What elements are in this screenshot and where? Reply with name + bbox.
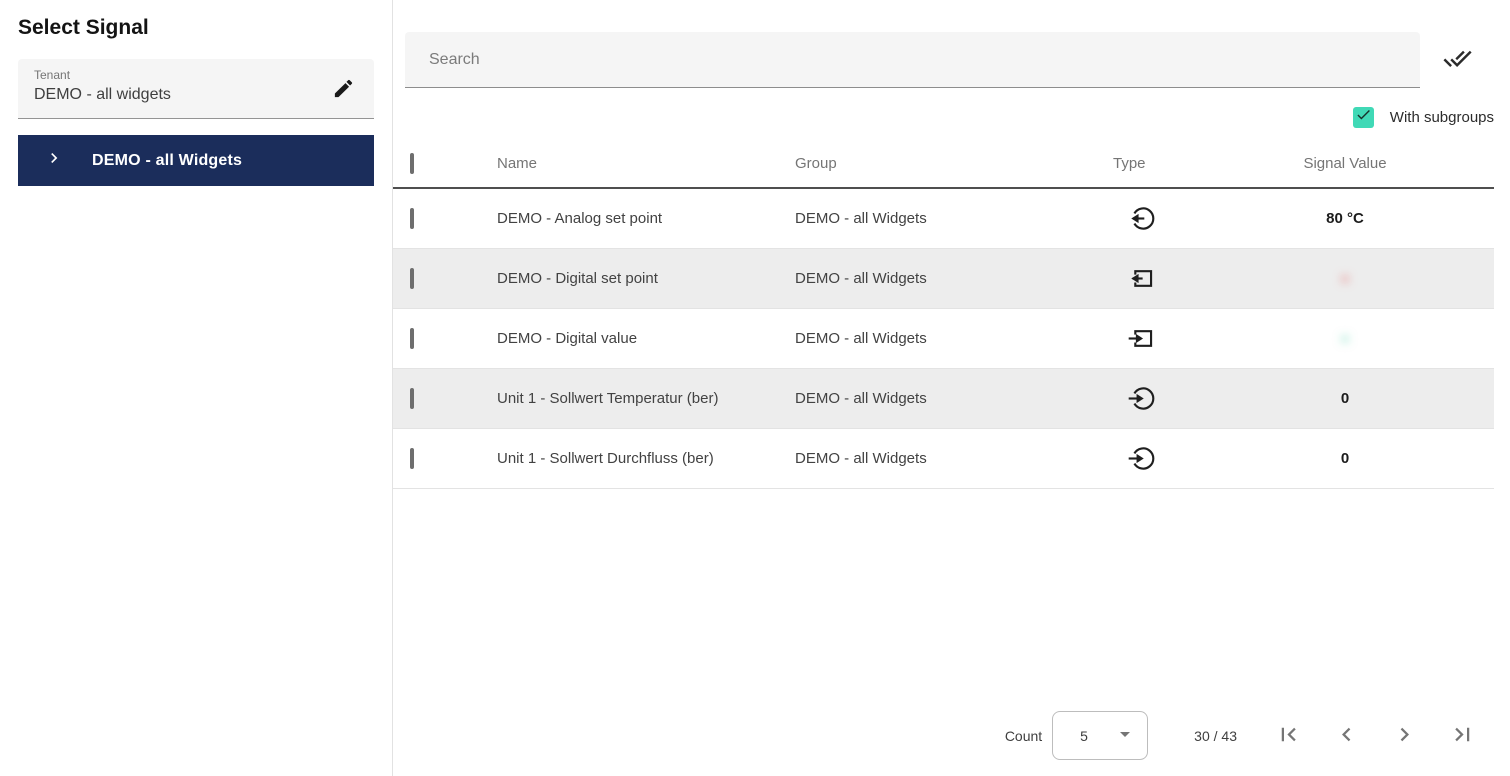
pagination-bar: Count 5 30 / 43 xyxy=(1005,711,1476,760)
signal-group: DEMO - all Widgets xyxy=(795,270,927,287)
last-page-button[interactable] xyxy=(1449,721,1476,751)
signal-name: Unit 1 - Sollwert Temperatur (ber) xyxy=(497,390,719,407)
signal-group: DEMO - all Widgets xyxy=(795,390,927,407)
chevron-left-icon xyxy=(1333,721,1360,751)
signal-group: DEMO - all Widgets xyxy=(795,330,927,347)
page-size-select[interactable]: 5 xyxy=(1052,711,1149,760)
tenant-field-label: Tenant xyxy=(34,68,71,82)
digital-output-icon xyxy=(1113,265,1263,292)
signal-value: 0 xyxy=(1340,390,1350,407)
signal-name: DEMO - Digital value xyxy=(497,330,638,347)
signal-name: Unit 1 - Sollwert Durchfluss (ber) xyxy=(497,450,714,467)
row-checkbox[interactable] xyxy=(410,207,414,229)
signal-select-sidebar: Select Signal Tenant DEMO - all widgets … xyxy=(0,0,393,776)
chevron-right-icon xyxy=(1391,721,1418,751)
signal-name: DEMO - Analog set point xyxy=(497,210,663,227)
table-row[interactable]: Unit 1 - Sollwert Temperatur (ber) DEMO … xyxy=(393,369,1494,429)
column-header-signal-value: Signal Value xyxy=(1303,155,1387,172)
done-all-icon xyxy=(1442,44,1472,76)
select-all-button[interactable] xyxy=(1420,44,1494,76)
table-body: DEMO - Analog set point DEMO - all Widge… xyxy=(393,189,1494,489)
row-checkbox[interactable] xyxy=(410,447,414,469)
tenant-field-value: DEMO - all widgets xyxy=(34,86,171,103)
sidebar-item-demo-all-widgets[interactable]: DEMO - all Widgets xyxy=(18,135,374,186)
page-size-value: 5 xyxy=(1080,727,1088,744)
dropdown-arrow-icon xyxy=(1113,722,1137,749)
digital-input-icon xyxy=(1113,325,1263,352)
table-row[interactable]: DEMO - Analog set point DEMO - all Widge… xyxy=(393,189,1494,249)
signals-table: Name Group Type Signal Value DEMO - Anal… xyxy=(393,140,1494,489)
search-row xyxy=(405,32,1494,88)
checkmark-icon xyxy=(1355,106,1372,128)
analog-output-icon xyxy=(1113,205,1263,232)
select-all-checkbox[interactable] xyxy=(410,152,414,174)
signal-table-panel: With subgroups Name Group Type Signal Va… xyxy=(393,0,1510,776)
table-header-row: Name Group Type Signal Value xyxy=(393,140,1494,189)
search-input[interactable] xyxy=(405,32,1420,88)
table-row[interactable]: DEMO - Digital set point DEMO - all Widg… xyxy=(393,249,1494,309)
analog-input-icon xyxy=(1113,385,1263,412)
count-label: Count xyxy=(1004,727,1043,744)
signal-value: 80 °C xyxy=(1326,210,1364,227)
column-header-group: Group xyxy=(795,155,837,172)
signal-value: 0 xyxy=(1340,450,1350,467)
previous-page-button[interactable] xyxy=(1333,721,1360,751)
last-page-icon xyxy=(1449,721,1476,751)
pencil-icon xyxy=(332,77,355,103)
first-page-icon xyxy=(1275,721,1302,751)
page-title: Select Signal xyxy=(18,16,149,39)
table-row[interactable]: DEMO - Digital value DEMO - all Widgets xyxy=(393,309,1494,369)
page-range: 30 / 43 xyxy=(1194,727,1237,744)
column-header-name: Name xyxy=(497,155,538,172)
with-subgroups-row: With subgroups xyxy=(393,88,1494,140)
first-page-button[interactable] xyxy=(1275,721,1302,751)
sidebar-item-label: DEMO - all Widgets xyxy=(92,151,243,169)
row-checkbox[interactable] xyxy=(410,327,414,349)
with-subgroups-label: With subgroups xyxy=(1389,108,1494,126)
edit-tenant-button[interactable] xyxy=(330,77,356,103)
signal-name: DEMO - Digital set point xyxy=(497,270,658,287)
chevron-right-icon[interactable] xyxy=(44,148,64,173)
signal-group: DEMO - all Widgets xyxy=(795,210,927,227)
column-header-type: Type xyxy=(1113,155,1146,172)
analog-input-icon xyxy=(1113,445,1263,472)
row-checkbox[interactable] xyxy=(410,267,414,289)
tenant-field: Tenant DEMO - all widgets xyxy=(18,59,374,119)
table-row[interactable]: Unit 1 - Sollwert Durchfluss (ber) DEMO … xyxy=(393,429,1494,489)
row-checkbox[interactable] xyxy=(410,387,414,409)
next-page-button[interactable] xyxy=(1391,721,1418,751)
with-subgroups-checkbox[interactable] xyxy=(1352,106,1374,128)
signal-group: DEMO - all Widgets xyxy=(795,450,927,467)
